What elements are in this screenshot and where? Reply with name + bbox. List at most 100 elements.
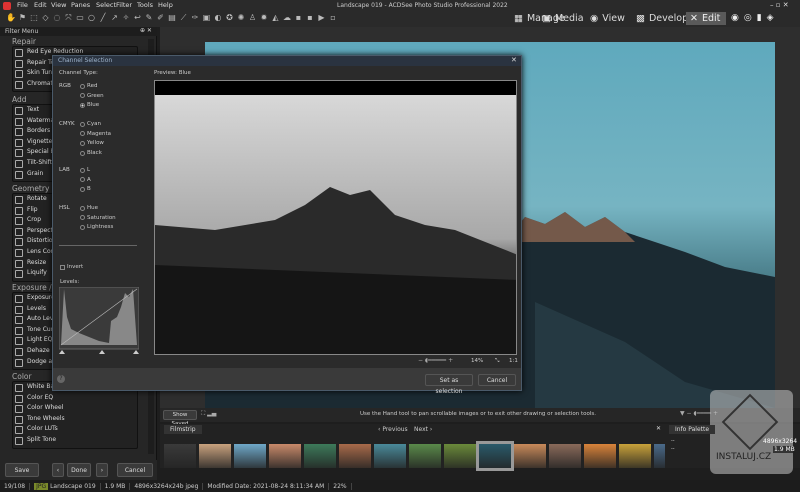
dialog-close-icon[interactable]: ✕ bbox=[511, 56, 517, 64]
menu-help[interactable]: Help bbox=[158, 1, 173, 9]
filter-item[interactable]: Crop bbox=[27, 216, 41, 223]
next-button[interactable]: Next › bbox=[414, 426, 432, 433]
filter-item[interactable]: Vignette bbox=[27, 138, 52, 145]
radio-lightness[interactable]: Lightness bbox=[80, 224, 113, 230]
previous-button[interactable]: ‹ Previous bbox=[378, 426, 408, 433]
toolbar-tool-icon[interactable]: ▣ bbox=[202, 13, 212, 23]
toolbar-tool-icon[interactable]: ✎ bbox=[144, 13, 154, 23]
toolbar-tool-icon[interactable]: ✐ bbox=[156, 13, 166, 23]
cancel-button[interactable]: Cancel bbox=[117, 463, 153, 477]
menu-file[interactable]: File bbox=[17, 1, 28, 9]
toolbar-tool-icon[interactable]: ○ bbox=[87, 13, 97, 23]
toolbar-tool-icon[interactable]: ▫ bbox=[328, 13, 338, 23]
mode-view[interactable]: ◉ View bbox=[586, 12, 629, 25]
extra-mode-icons[interactable]: ◉◎▮◈ bbox=[731, 13, 779, 23]
radio-hue[interactable]: Hue bbox=[80, 205, 98, 211]
dialog-cancel-button[interactable]: Cancel bbox=[478, 374, 516, 386]
next-filter-button[interactable]: › bbox=[96, 463, 108, 477]
radio-yellow[interactable]: Yellow bbox=[80, 140, 104, 146]
filter-item[interactable]: Exposure bbox=[27, 294, 55, 301]
filter-item[interactable]: Rotate bbox=[27, 195, 47, 202]
filter-item[interactable]: Liquify bbox=[27, 269, 47, 276]
radio-b[interactable]: B bbox=[80, 186, 91, 192]
toolbar-tool-icon[interactable]: ◇ bbox=[41, 13, 51, 23]
filmstrip-thumbnail[interactable] bbox=[619, 444, 651, 468]
filmstrip-thumbnail[interactable] bbox=[549, 444, 581, 468]
done-button[interactable]: Done bbox=[67, 463, 91, 477]
filmstrip-thumbnail[interactable] bbox=[164, 444, 196, 468]
filter-item[interactable]: Dehaze bbox=[27, 347, 50, 354]
filter-item[interactable]: Color EQ bbox=[27, 394, 53, 401]
toolbar-tool-icon[interactable]: ♙ bbox=[248, 13, 258, 23]
radio-a[interactable]: A bbox=[80, 177, 91, 183]
filmstrip-tab[interactable]: Filmstrip bbox=[164, 425, 202, 434]
section-header-repair[interactable]: Repair bbox=[12, 37, 36, 46]
toolbar-tool-icon[interactable]: ↩ bbox=[133, 13, 143, 23]
section-header-add[interactable]: Add bbox=[12, 95, 27, 104]
help-icon[interactable]: ? bbox=[57, 375, 65, 383]
toolbar-tool-icon[interactable]: ✋ bbox=[6, 13, 16, 23]
toolbar-tool-icon[interactable]: ▪ bbox=[305, 13, 315, 23]
radio-l[interactable]: L bbox=[80, 167, 90, 173]
fit-icon[interactable]: ⤡ bbox=[495, 358, 499, 365]
invert-checkbox[interactable]: Invert bbox=[60, 264, 83, 270]
filmstrip-thumbnail[interactable] bbox=[339, 444, 371, 468]
filmstrip-thumbnail[interactable] bbox=[199, 444, 231, 468]
menu-filter[interactable]: Filter bbox=[116, 1, 132, 9]
section-header-color[interactable]: Color bbox=[12, 372, 32, 381]
toolbar-tool-icon[interactable]: ☁ bbox=[282, 13, 292, 23]
toolbar-tool-icon[interactable]: ↗ bbox=[110, 13, 120, 23]
menu-panes[interactable]: Panes bbox=[71, 1, 90, 9]
filter-item[interactable]: Red Eye Reduction bbox=[27, 48, 83, 55]
filmstrip-thumbnail[interactable] bbox=[269, 444, 301, 468]
channel-preview[interactable] bbox=[154, 80, 517, 355]
toolbar-tool-icon[interactable]: ◐ bbox=[213, 13, 223, 23]
toolbar-tool-icon[interactable]: ▶ bbox=[317, 13, 327, 23]
section-header-geometry[interactable]: Geometry bbox=[12, 184, 49, 193]
radio-black[interactable]: Black bbox=[80, 150, 102, 156]
mode-edit[interactable]: ✕ Edit bbox=[686, 12, 726, 25]
toolbar-tool-icon[interactable]: ╱ bbox=[98, 13, 108, 23]
toolbar-tool-icon[interactable]: ▭ bbox=[75, 13, 85, 23]
filmstrip-thumbnail[interactable] bbox=[409, 444, 441, 468]
fullscreen-icon[interactable]: ⛶ ▂▄ bbox=[201, 410, 216, 418]
menu-view[interactable]: View bbox=[51, 1, 66, 9]
filmstrip-thumbnail[interactable] bbox=[234, 444, 266, 468]
filter-item[interactable]: Flip bbox=[27, 206, 38, 213]
toolbar-tool-icon[interactable]: ⚑ bbox=[18, 13, 28, 23]
radio-magenta[interactable]: Magenta bbox=[80, 131, 111, 137]
toolbar-tool-icon[interactable]: ✧ bbox=[121, 13, 131, 23]
levels-histogram[interactable] bbox=[59, 287, 139, 355]
mode-media[interactable]: ▣ Media bbox=[538, 12, 588, 25]
radio-saturation[interactable]: Saturation bbox=[80, 215, 116, 221]
save-button[interactable]: Save bbox=[5, 463, 39, 477]
filmstrip-thumbnail[interactable] bbox=[374, 444, 406, 468]
filmstrip-thumbnail[interactable] bbox=[514, 444, 546, 468]
mode-develop[interactable]: ▩ Develop bbox=[632, 12, 692, 25]
window-controls[interactable]: – ▫ ✕ bbox=[770, 1, 789, 9]
filter-item[interactable]: Tone Wheels bbox=[27, 415, 65, 422]
filter-item[interactable]: Split Tone bbox=[27, 436, 56, 443]
radio-red[interactable]: Red bbox=[80, 83, 97, 89]
preview-zoom-slider[interactable]: − ◖━━━━━ + bbox=[418, 357, 453, 364]
filmstrip-thumbnail[interactable] bbox=[584, 444, 616, 468]
radio-blue[interactable]: Blue bbox=[80, 102, 99, 108]
panel-close-icon[interactable]: ⊕ ✕ bbox=[140, 27, 152, 34]
toolbar-tool-icon[interactable]: ▤ bbox=[167, 13, 177, 23]
filter-item[interactable]: Levels bbox=[27, 305, 46, 312]
toolbar-tool-icon[interactable]: ⟋ bbox=[179, 13, 189, 23]
filmstrip-thumbnail[interactable] bbox=[444, 444, 476, 468]
radio-cyan[interactable]: Cyan bbox=[80, 121, 101, 127]
filmstrip-thumbnail[interactable] bbox=[476, 441, 514, 471]
toolbar-tool-icon[interactable]: ✑ bbox=[190, 13, 200, 23]
radio-green[interactable]: Green bbox=[80, 93, 104, 99]
set-as-selection-button[interactable]: Set as selection bbox=[425, 374, 473, 395]
menu-tools[interactable]: Tools bbox=[137, 1, 153, 9]
one-to-one-button[interactable]: 1:1 bbox=[509, 358, 518, 364]
toolbar-tool-icon[interactable]: ◌ bbox=[52, 13, 62, 23]
filter-item[interactable]: Color LUTs bbox=[27, 425, 58, 432]
toolbar-tool-icon[interactable]: ⬚ bbox=[29, 13, 39, 23]
toolbar-tool-icon[interactable]: ◭ bbox=[271, 13, 281, 23]
toolbar-tool-icon[interactable]: ⤧ bbox=[64, 13, 74, 23]
toolbar-tool-icon[interactable]: ✹ bbox=[259, 13, 269, 23]
